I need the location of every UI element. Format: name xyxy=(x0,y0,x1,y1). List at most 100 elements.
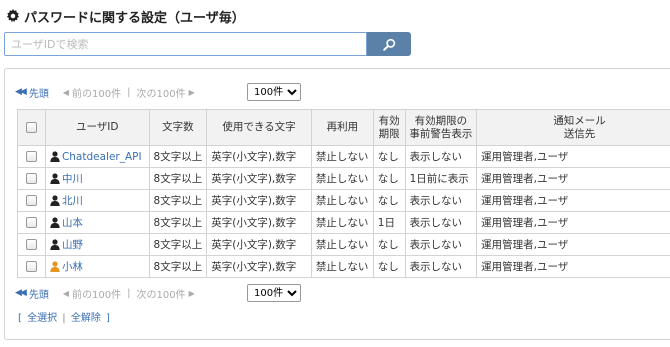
pager-separator: | xyxy=(127,287,131,299)
results-panel: ◀◀ 先頭 ◀ 前の100件 | 次の100件 ▶ 100件 ユーザID 文字数… xyxy=(4,68,670,340)
pager-next: 次の100件 ▶ xyxy=(136,87,195,100)
table-row: 山本 8文字以上 英字(小文字),数字 禁止しない 1日 表示しない 運用管理者,ユーザ xyxy=(17,211,670,234)
per-page-select[interactable]: 100件 xyxy=(247,83,301,101)
row-checkbox-cell[interactable] xyxy=(17,211,46,234)
cell-user-id: 山本 xyxy=(44,211,150,234)
user-icon xyxy=(50,261,60,272)
search-button[interactable] xyxy=(367,32,411,56)
user-icon xyxy=(50,217,60,228)
user-icon xyxy=(50,195,60,206)
select-all-checkbox-cell[interactable] xyxy=(17,109,46,146)
cell-chars: 英字(小文字),数字 xyxy=(206,255,312,278)
cell-notify: 運用管理者,ユーザ xyxy=(476,145,670,168)
user-id-text[interactable]: 小林 xyxy=(62,259,83,274)
cell-notify: 運用管理者,ユーザ xyxy=(476,167,670,190)
table-header-row: ユーザID 文字数 使用できる文字 再利用 有効 期限 有効期限の 事前警告表示 通… xyxy=(17,109,670,146)
cell-notify: 運用管理者,ユーザ xyxy=(476,211,670,234)
user-link[interactable]: 北川 xyxy=(50,193,145,208)
user-id-text[interactable]: Chatdealer_API xyxy=(62,151,142,163)
checkbox[interactable] xyxy=(25,151,37,162)
checkbox[interactable] xyxy=(25,195,37,206)
user-id-text[interactable]: 中川 xyxy=(62,171,83,186)
col-length: 文字数 xyxy=(148,109,208,146)
pager-top: ◀◀ 先頭 ◀ 前の100件 | 次の100件 ▶ 100件 xyxy=(15,82,301,102)
chevron-right-icon: ▶ xyxy=(188,87,195,97)
checkbox[interactable] xyxy=(25,121,37,133)
page-title: パスワードに関する設定（ユーザ毎） xyxy=(24,10,245,26)
checkbox[interactable] xyxy=(25,261,37,272)
pager-first-link[interactable]: ◀◀ 先頭 xyxy=(15,286,49,301)
cell-notify: 運用管理者,ユーザ xyxy=(476,189,670,212)
page-title-bar: パスワードに関する設定（ユーザ毎） xyxy=(6,6,245,26)
chevron-left-icon: ◀ xyxy=(62,87,69,97)
cell-user-id: 小林 xyxy=(44,255,150,278)
cell-user-id: 山野 xyxy=(44,233,150,256)
row-checkbox-cell[interactable] xyxy=(17,255,46,278)
user-icon xyxy=(50,151,60,162)
cell-reuse: 禁止しない xyxy=(310,255,374,278)
table-row: Chatdealer_API 8文字以上 英字(小文字),数字 禁止しない なし 表示しな… xyxy=(17,145,670,168)
checkbox[interactable] xyxy=(25,239,37,250)
cell-length: 8文字以上 xyxy=(148,145,208,168)
user-link[interactable]: 中川 xyxy=(50,171,145,186)
row-checkbox-cell[interactable] xyxy=(17,167,46,190)
cell-warning: 表示しない xyxy=(404,255,478,278)
gear-icon xyxy=(6,9,20,23)
cell-length: 8文字以上 xyxy=(148,167,208,190)
cell-reuse: 禁止しない xyxy=(310,211,374,234)
search-icon xyxy=(382,38,395,51)
cell-warning: 表示しない xyxy=(404,233,478,256)
col-reuse: 再利用 xyxy=(310,109,374,146)
chevron-right-icon: ▶ xyxy=(188,288,195,298)
pager-prev: ◀ 前の100件 xyxy=(62,288,122,301)
col-chars: 使用できる文字 xyxy=(206,109,312,146)
table-row: 小林 8文字以上 英字(小文字),数字 禁止しない なし 表示しない 運用管理者,ユーザ xyxy=(17,255,670,278)
select-all-link[interactable]: 全選択 xyxy=(27,313,57,324)
cell-chars: 英字(小文字),数字 xyxy=(206,189,312,212)
user-link[interactable]: 山本 xyxy=(50,215,145,230)
user-link[interactable]: Chatdealer_API xyxy=(50,151,145,163)
cell-reuse: 禁止しない xyxy=(310,167,374,190)
table-row: 山野 8文字以上 英字(小文字),数字 禁止しない なし 表示しない 運用管理者,ユーザ xyxy=(17,233,670,256)
user-link[interactable]: 小林 xyxy=(50,259,145,274)
cell-user-id: 中川 xyxy=(44,167,150,190)
cell-notify: 運用管理者,ユーザ xyxy=(476,233,670,256)
cell-expiry: なし xyxy=(372,233,406,256)
cell-warning: 表示しない xyxy=(404,189,478,212)
col-warning: 有効期限の 事前警告表示 xyxy=(404,109,478,146)
cell-warning: 表示しない xyxy=(404,211,478,234)
double-chevron-left-icon: ◀◀ xyxy=(15,87,27,97)
cell-length: 8文字以上 xyxy=(148,233,208,256)
user-id-text[interactable]: 山野 xyxy=(62,237,83,252)
col-user-id: ユーザID xyxy=(44,109,150,146)
deselect-all-link[interactable]: 全解除 xyxy=(71,313,101,324)
cell-expiry: なし xyxy=(372,255,406,278)
table-row: 北川 8文字以上 英字(小文字),数字 禁止しない なし 表示しない 運用管理者,ユーザ xyxy=(17,189,670,212)
cell-length: 8文字以上 xyxy=(148,189,208,212)
cell-expiry: なし xyxy=(372,189,406,212)
cell-notify: 運用管理者,ユーザ xyxy=(476,255,670,278)
cell-chars: 英字(小文字),数字 xyxy=(206,167,312,190)
user-id-text[interactable]: 山本 xyxy=(62,215,83,230)
search-bar xyxy=(4,32,411,56)
pager-bottom: ◀◀ 先頭 ◀ 前の100件 | 次の100件 ▶ 100件 xyxy=(15,283,301,303)
checkbox[interactable] xyxy=(25,217,37,228)
cell-user-id: 北川 xyxy=(44,189,150,212)
cell-chars: 英字(小文字),数字 xyxy=(206,233,312,256)
checkbox[interactable] xyxy=(25,173,37,184)
cell-warning: 表示しない xyxy=(404,145,478,168)
pager-first-link[interactable]: ◀◀ 先頭 xyxy=(15,85,49,100)
cell-reuse: 禁止しない xyxy=(310,189,374,212)
row-checkbox-cell[interactable] xyxy=(17,233,46,256)
chevron-left-icon: ◀ xyxy=(62,288,69,298)
user-id-text[interactable]: 北川 xyxy=(62,193,83,208)
per-page-select[interactable]: 100件 xyxy=(247,284,301,302)
user-icon xyxy=(50,173,60,184)
selection-links: [ 全選択 | 全解除 ] xyxy=(18,313,110,324)
table-row: 中川 8文字以上 英字(小文字),数字 禁止しない なし 1日前に表示 運用管理者,ユーザ xyxy=(17,167,670,190)
row-checkbox-cell[interactable] xyxy=(17,145,46,168)
search-input[interactable] xyxy=(4,32,368,56)
user-link[interactable]: 山野 xyxy=(50,237,145,252)
cell-warning: 1日前に表示 xyxy=(404,167,478,190)
row-checkbox-cell[interactable] xyxy=(17,189,46,212)
